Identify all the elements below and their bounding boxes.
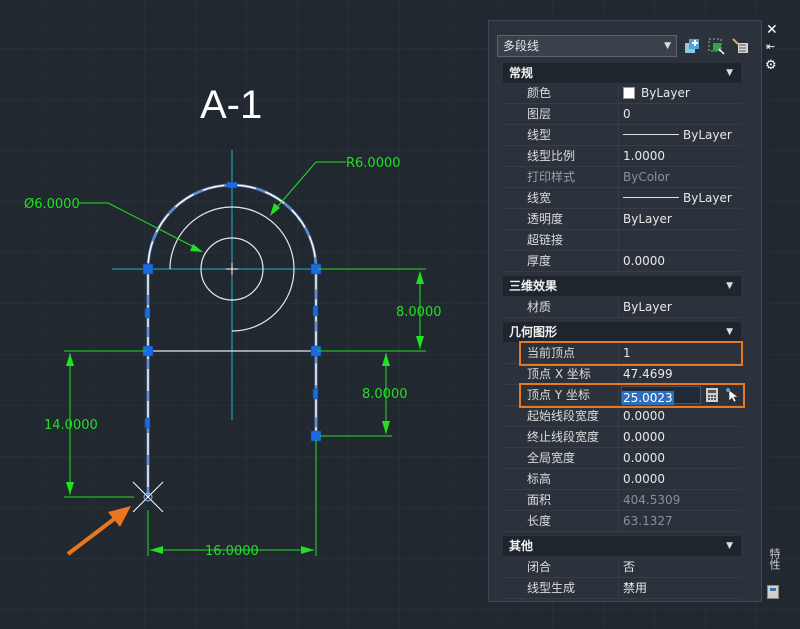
- prop-row-linetype-scale[interactable]: 线型比例 1.0000: [503, 146, 741, 167]
- prop-value[interactable]: 否: [621, 557, 739, 577]
- prop-value[interactable]: 0.0000: [621, 427, 739, 447]
- prop-name: 标高: [503, 469, 619, 489]
- prop-value: 63.1327: [623, 514, 673, 528]
- dim-diameter: Ø6.0000: [24, 197, 80, 212]
- palette-tab-icon[interactable]: [767, 585, 779, 599]
- linetype-preview: [623, 134, 679, 135]
- prop-value: 404.5309: [623, 493, 681, 507]
- prop-name: 透明度: [503, 209, 619, 229]
- prop-row-layer[interactable]: 图层 0: [503, 104, 741, 125]
- palette-side-label: 特性: [768, 548, 781, 570]
- lineweight-preview: [623, 197, 679, 198]
- prop-value[interactable]: ByLayer: [621, 188, 739, 208]
- prop-row-start-width[interactable]: 起始线段宽度 0.0000: [503, 406, 741, 427]
- prop-row-linetype[interactable]: 线型 ByLayer: [503, 125, 741, 146]
- prop-row-material[interactable]: 材质 ByLayer: [503, 297, 741, 318]
- section-misc[interactable]: 其他 ▼: [503, 536, 741, 556]
- prop-value: ByColor: [623, 170, 670, 184]
- section-geometry-title: 几何图形: [509, 325, 558, 339]
- prop-row-lineweight[interactable]: 线宽 ByLayer: [503, 188, 741, 209]
- prop-row-hyperlink[interactable]: 超链接: [503, 230, 741, 251]
- prop-name: 厚度: [503, 251, 619, 271]
- prop-value[interactable]: 0.0000: [621, 406, 739, 426]
- prop-row-color[interactable]: 颜色 ByLayer: [503, 83, 741, 104]
- prop-name: 材质: [503, 297, 619, 317]
- chevron-down-icon: ▼: [664, 41, 671, 51]
- prop-value[interactable]: 0: [621, 104, 739, 124]
- prop-value[interactable]: 47.4699: [621, 364, 739, 384]
- highlight-current-vertex: [519, 341, 743, 366]
- drawing-title: A-1: [200, 83, 262, 127]
- prop-value[interactable]: 禁用: [621, 578, 739, 598]
- prop-name: 线宽: [503, 188, 619, 208]
- prop-value[interactable]: [621, 230, 739, 250]
- prop-row-thickness[interactable]: 厚度 0.0000: [503, 251, 741, 272]
- object-type-label: 多段线: [503, 39, 540, 53]
- prop-row-area[interactable]: 面积 404.5309: [503, 490, 741, 511]
- prop-name: 图层: [503, 104, 619, 124]
- prop-name: 闭合: [503, 557, 619, 577]
- select-objects-icon[interactable]: [707, 37, 725, 55]
- prop-value[interactable]: ByLayer: [621, 83, 739, 103]
- quick-select-icon[interactable]: [731, 37, 749, 55]
- section-3d-title: 三维效果: [509, 279, 558, 293]
- properties-palette: 多段线 ▼ 常规 ▼ 颜色 ByLayer 图层 0 线型 ByLayer 线型…: [488, 20, 762, 602]
- prop-name: 面积: [503, 490, 619, 510]
- prop-row-end-width[interactable]: 终止线段宽度 0.0000: [503, 427, 741, 448]
- toggle-pickadd-icon[interactable]: [683, 37, 701, 55]
- section-3d[interactable]: 三维效果 ▼: [503, 276, 741, 296]
- section-geometry[interactable]: 几何图形 ▼: [503, 322, 741, 342]
- prop-name: 线型: [503, 125, 619, 145]
- chevron-down-icon[interactable]: ▼: [726, 536, 733, 556]
- prop-name: 终止线段宽度: [503, 427, 619, 447]
- prop-row-vertex-x[interactable]: 顶点 X 坐标 47.4699: [503, 364, 741, 385]
- dim-left-height: 14.0000: [44, 418, 98, 433]
- prop-name: 起始线段宽度: [503, 406, 619, 426]
- dim-right-top: 8.0000: [396, 305, 442, 320]
- prop-name: 顶点 X 坐标: [503, 364, 619, 384]
- prop-value[interactable]: 1.0000: [621, 146, 739, 166]
- prop-name: 长度: [503, 511, 619, 531]
- section-general-title: 常规: [509, 66, 534, 80]
- prop-value[interactable]: ByLayer: [621, 209, 739, 229]
- object-type-select[interactable]: 多段线 ▼: [497, 35, 677, 57]
- section-misc-title: 其他: [509, 539, 534, 553]
- prop-row-plot-style[interactable]: 打印样式 ByColor: [503, 167, 741, 188]
- prop-row-transparency[interactable]: 透明度 ByLayer: [503, 209, 741, 230]
- prop-row-elevation[interactable]: 标高 0.0000: [503, 469, 741, 490]
- prop-value[interactable]: 0.0000: [621, 448, 739, 468]
- chevron-down-icon[interactable]: ▼: [726, 276, 733, 296]
- prop-value[interactable]: ByLayer: [621, 297, 739, 317]
- prop-row-closed[interactable]: 闭合 否: [503, 557, 741, 578]
- prop-value[interactable]: 0.0000: [621, 251, 739, 271]
- color-swatch: [623, 87, 635, 99]
- chevron-down-icon[interactable]: ▼: [726, 322, 733, 342]
- prop-row-linetype-generation[interactable]: 线型生成 禁用: [503, 578, 741, 599]
- dim-right-mid: 8.0000: [362, 387, 408, 402]
- prop-row-length[interactable]: 长度 63.1327: [503, 511, 741, 532]
- highlight-vertex-y: [519, 383, 745, 408]
- prop-name: 全局宽度: [503, 448, 619, 468]
- prop-value[interactable]: 0.0000: [621, 469, 739, 489]
- prop-value[interactable]: ByLayer: [621, 125, 739, 145]
- dim-bottom-width: 16.0000: [205, 544, 259, 559]
- prop-name: 线型生成: [503, 578, 619, 598]
- chevron-down-icon[interactable]: ▼: [726, 63, 733, 83]
- close-icon[interactable]: ✕: [766, 22, 778, 38]
- prop-row-global-width[interactable]: 全局宽度 0.0000: [503, 448, 741, 469]
- settings-icon[interactable]: ⚙: [765, 58, 777, 73]
- prop-name: 打印样式: [503, 167, 619, 187]
- dim-radius: R6.0000: [346, 156, 401, 171]
- section-general[interactable]: 常规 ▼: [503, 63, 741, 83]
- prop-name: 颜色: [503, 83, 619, 103]
- autohide-icon[interactable]: ⇤: [766, 40, 775, 53]
- prop-name: 线型比例: [503, 146, 619, 166]
- prop-name: 超链接: [503, 230, 619, 250]
